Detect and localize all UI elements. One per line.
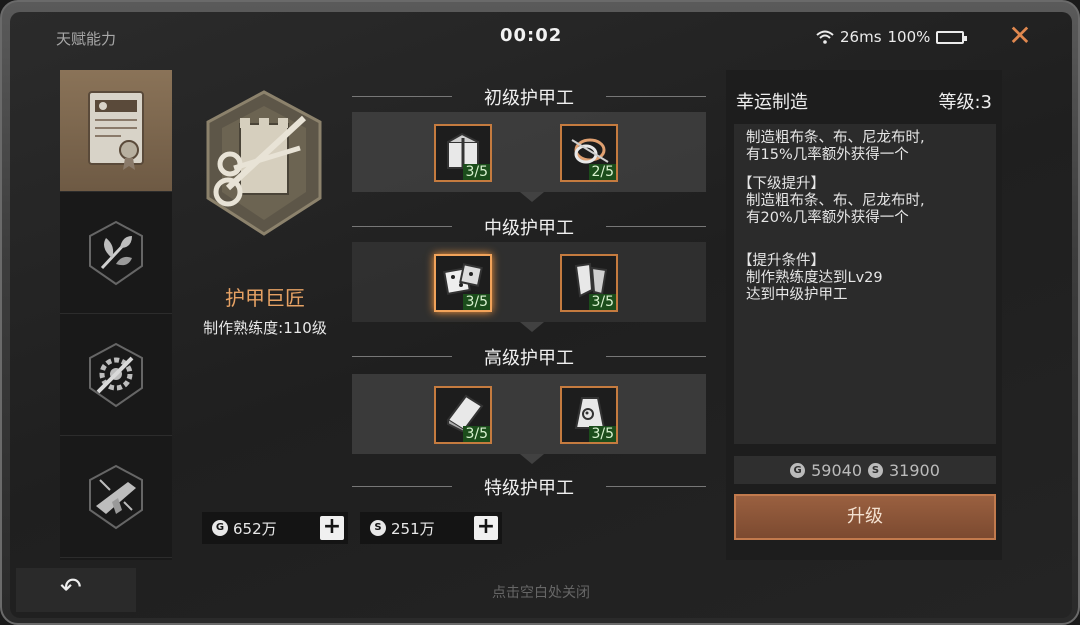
gold-currency: G 652万 +: [202, 512, 348, 544]
page-title: 天赋能力: [56, 30, 117, 48]
condition-line: 达到中级护甲工: [746, 287, 848, 303]
skill-node-armor-pieces[interactable]: 3/5: [560, 254, 618, 312]
condition-line: 制作熟练度达到Lv29: [746, 270, 883, 286]
back-arrow-icon: ↶: [60, 573, 82, 603]
scissors-armor-icon: [206, 90, 322, 236]
skill-node-gift[interactable]: 3/5: [434, 124, 492, 182]
tier-title: 初级护甲工: [484, 88, 574, 109]
battery-icon: [936, 30, 968, 44]
node-count: 3/5: [463, 294, 490, 310]
back-button[interactable]: ↶: [16, 568, 136, 612]
upgrade-button[interactable]: 升级: [734, 494, 996, 540]
detail-description: 制造粗布条、布、尼龙布时, 有15%几率额外获得一个 【下级提升】 制造粗布条、…: [734, 124, 996, 444]
tier-arrow: [520, 322, 544, 332]
silver-coin-icon: S: [370, 520, 386, 536]
node-count: 3/5: [589, 426, 616, 442]
gold-amount: 652万: [233, 519, 277, 538]
battery-percent: 100%: [887, 28, 931, 46]
tier-header-intermediate: 中级护甲工: [352, 214, 706, 239]
current-effect-line: 有15%几率额外获得一个: [746, 147, 909, 163]
nav-item-weapons[interactable]: [60, 436, 172, 558]
trade-certificate-icon: [88, 90, 144, 170]
cost-gold: 59040: [811, 460, 862, 480]
skill-proficiency: 制作熟练度:110级: [203, 319, 327, 337]
gun-icon: [89, 464, 143, 529]
add-silver-button[interactable]: +: [474, 516, 498, 540]
detail-level: 等级:3: [938, 92, 992, 113]
ping-text: 26ms: [840, 28, 882, 46]
skill-node-fabric[interactable]: 3/5: [434, 386, 492, 444]
game-screen: 天赋能力 00:02 26ms 100% ✕ 护甲巨匠 制作熟练度:110级 G…: [10, 12, 1072, 618]
tier-row-advanced: 3/5 3/5: [352, 374, 706, 454]
herb-icon: [89, 220, 143, 285]
tier-row-intermediate: 3/5 3/5: [352, 242, 706, 322]
armor-master-badge: [200, 88, 328, 238]
add-gold-button[interactable]: +: [320, 516, 344, 540]
skill-node-sack[interactable]: 3/5: [560, 386, 618, 444]
network-status: 26ms 100%: [816, 28, 968, 46]
condition-header: 【提升条件】: [738, 253, 825, 269]
close-hint[interactable]: 点击空白处关闭: [10, 582, 1072, 602]
skill-node-rope[interactable]: 2/5: [560, 124, 618, 182]
tier-arrow: [520, 192, 544, 202]
status-bar: 天赋能力 00:02 26ms 100% ✕: [10, 12, 1072, 62]
next-effect-line: 制造粗布条、布、尼龙布时,: [746, 193, 925, 209]
tier-arrow: [520, 454, 544, 464]
tier-header-basic: 初级护甲工: [352, 84, 706, 109]
detail-header: 幸运制造 等级:3: [736, 88, 992, 114]
tier-row-basic: 3/5 2/5: [352, 112, 706, 192]
nav-item-herb[interactable]: [60, 192, 172, 314]
next-effect-line: 有20%几率额外获得一个: [746, 210, 909, 226]
next-level-header: 【下级提升】: [738, 176, 825, 192]
silver-coin-icon: S: [868, 462, 883, 478]
silver-amount: 251万: [391, 519, 435, 538]
current-effect-line: 制造粗布条、布、尼龙布时,: [746, 130, 925, 146]
category-nav: [60, 70, 172, 560]
tier-header-advanced: 高级护甲工: [352, 344, 706, 369]
nav-item-engineering[interactable]: [60, 314, 172, 436]
tier-title: 高级护甲工: [484, 348, 574, 369]
wifi-icon: [816, 30, 834, 44]
node-count: 3/5: [589, 294, 616, 310]
silver-currency: S 251万 +: [360, 512, 502, 544]
skill-node-dice[interactable]: 3/5: [434, 254, 492, 312]
tier-header-expert: 特级护甲工: [352, 474, 706, 499]
gold-coin-icon: G: [790, 462, 806, 478]
device-frame: 天赋能力 00:02 26ms 100% ✕ 护甲巨匠 制作熟练度:110级 G…: [0, 0, 1080, 625]
node-count: 3/5: [463, 164, 490, 180]
gold-coin-icon: G: [212, 520, 228, 536]
node-count: 2/5: [589, 164, 616, 180]
close-icon[interactable]: ✕: [1006, 22, 1034, 50]
skill-detail-panel: 幸运制造 等级:3 制造粗布条、布、尼龙布时, 有15%几率额外获得一个 【下级…: [726, 70, 1002, 560]
cost-silver: 31900: [889, 460, 940, 480]
detail-title: 幸运制造: [736, 92, 808, 113]
node-count: 3/5: [463, 426, 490, 442]
nav-item-trade[interactable]: [60, 70, 172, 192]
upgrade-cost: G 59040 S 31900: [734, 456, 996, 484]
tier-title: 中级护甲工: [484, 218, 574, 239]
tier-title: 特级护甲工: [484, 478, 574, 499]
session-timer: 00:02: [500, 25, 563, 46]
skill-name: 护甲巨匠: [225, 286, 305, 310]
gear-wrench-icon: [89, 342, 143, 407]
